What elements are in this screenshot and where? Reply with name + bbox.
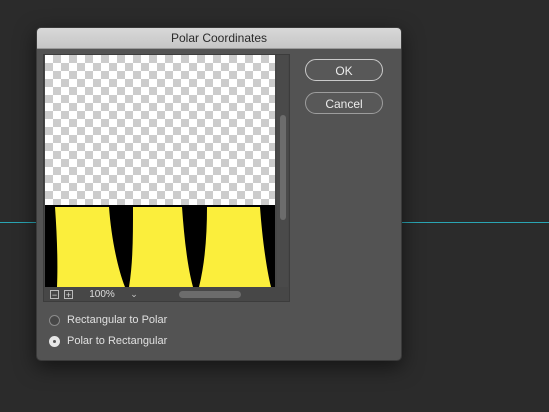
plus-icon[interactable]: +	[64, 290, 73, 300]
yellow-shape-3	[199, 207, 271, 287]
vertical-scrollbar[interactable]	[277, 55, 288, 287]
radio-polar-to-rectangular[interactable]	[49, 335, 60, 347]
preview-image[interactable]	[45, 55, 275, 287]
option-rectangular-to-polar[interactable]: Rectangular to Polar	[49, 313, 167, 327]
dialog-title: Polar Coordinates	[37, 28, 401, 49]
minus-icon[interactable]: −	[50, 290, 59, 300]
cancel-button[interactable]: Cancel	[305, 92, 383, 114]
preview-zoom-bar: − + 100% ⌄	[44, 288, 289, 301]
preview-graphic	[45, 205, 275, 287]
polar-coordinates-dialog: Polar Coordinates − + 100% ⌄ OK Cancel R…	[36, 27, 402, 361]
vertical-scroll-thumb[interactable]	[280, 115, 286, 220]
ok-button[interactable]: OK	[305, 59, 383, 81]
radio-rectangular-to-polar[interactable]	[49, 314, 60, 326]
guide-line-left	[0, 222, 36, 223]
preview-panel: − + 100% ⌄	[43, 54, 290, 302]
option-label: Rectangular to Polar	[67, 314, 168, 326]
option-label: Polar to Rectangular	[67, 335, 168, 347]
zoom-value: 100%	[89, 289, 115, 300]
guide-line-right	[400, 222, 549, 223]
chevron-down-icon[interactable]: ⌄	[127, 288, 141, 301]
option-polar-to-rectangular[interactable]: Polar to Rectangular	[49, 334, 167, 348]
horizontal-scroll-thumb[interactable]	[179, 291, 241, 298]
